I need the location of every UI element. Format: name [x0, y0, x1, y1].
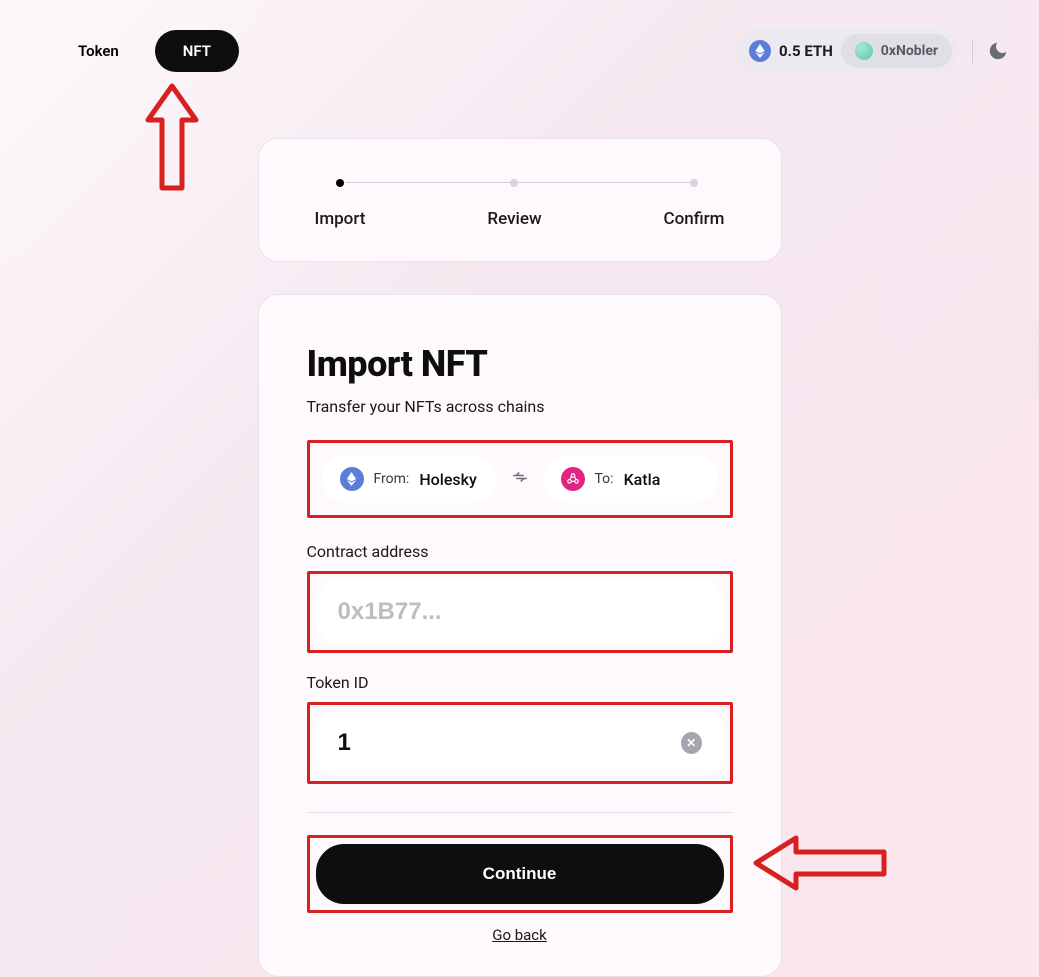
katla-chain-icon — [561, 467, 585, 491]
tab-nft[interactable]: NFT — [155, 30, 239, 72]
annotation-arrow-up-icon — [142, 82, 202, 198]
swap-chains-icon[interactable] — [511, 468, 529, 490]
nav-tabs: Token NFT — [50, 30, 239, 72]
theme-toggle[interactable] — [987, 40, 1009, 62]
step-review: Review — [487, 179, 541, 229]
account-avatar-icon — [855, 42, 873, 60]
step-confirm: Confirm — [664, 179, 725, 229]
holesky-chain-icon — [340, 467, 364, 491]
wallet-account[interactable]: 0xNobler — [841, 34, 952, 68]
wallet-balance: 0.5 ETH — [779, 42, 833, 60]
token-id-label: Token ID — [307, 673, 733, 692]
wallet-pill[interactable]: 0.5 ETH 0xNobler — [737, 28, 958, 74]
continue-button[interactable]: Continue — [316, 844, 724, 904]
clear-icon[interactable]: ✕ — [681, 732, 702, 754]
page-title: Import NFT — [307, 343, 733, 385]
stepper-card: Import Review Confirm — [258, 138, 782, 262]
ethereum-icon — [749, 40, 771, 62]
chain-selector-row: From: Holesky To: Katla — [307, 440, 733, 518]
go-back-link[interactable]: Go back — [492, 926, 547, 944]
step-import: Import — [315, 179, 366, 229]
divider — [972, 39, 973, 63]
divider — [307, 812, 733, 813]
to-chain-selector[interactable]: To: Katla — [543, 455, 718, 503]
contract-address-label: Contract address — [307, 542, 733, 561]
annotation-arrow-left-icon — [750, 828, 890, 902]
import-form: Import NFT Transfer your NFTs across cha… — [258, 294, 782, 977]
tab-token[interactable]: Token — [50, 30, 147, 72]
token-id-input-box: ✕ — [316, 711, 724, 775]
from-chain-selector[interactable]: From: Holesky — [322, 455, 497, 503]
contract-address-input[interactable] — [338, 598, 702, 626]
page-subtitle: Transfer your NFTs across chains — [307, 397, 733, 416]
contract-address-input-box — [316, 580, 724, 644]
token-id-input[interactable] — [338, 729, 681, 757]
